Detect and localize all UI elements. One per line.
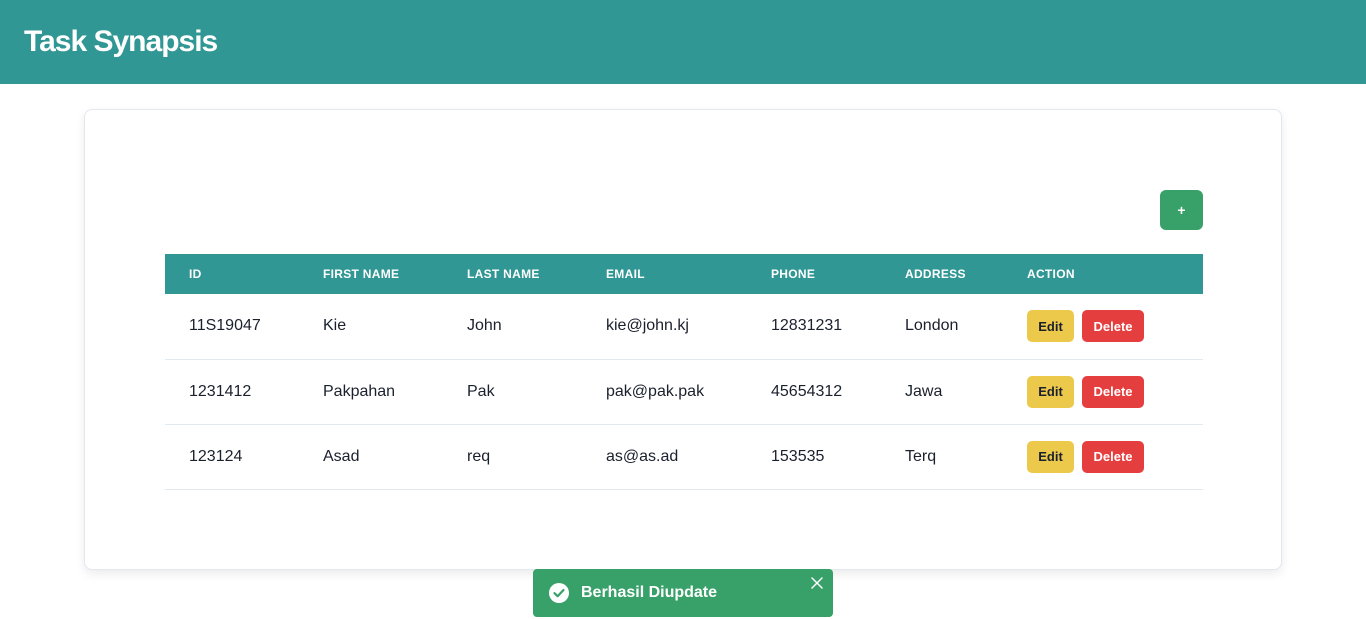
close-icon[interactable] bbox=[811, 577, 823, 589]
delete-button[interactable]: Delete bbox=[1082, 375, 1144, 408]
cell-phone: 45654312 bbox=[747, 359, 881, 425]
table-header-row: ID FIRST NAME LAST NAME EMAIL PHONE ADDR… bbox=[165, 254, 1203, 294]
cell-action: Edit Delete bbox=[1003, 424, 1203, 490]
cell-email: kie@john.kj bbox=[582, 294, 747, 360]
column-header-address: ADDRESS bbox=[905, 267, 966, 281]
add-button[interactable]: + bbox=[1160, 190, 1203, 230]
cell-first-name: Kie bbox=[299, 294, 443, 360]
column-header-first-name: FIRST NAME bbox=[323, 267, 400, 281]
table-row: 1231412 Pakpahan Pak pak@pak.pak 4565431… bbox=[165, 359, 1203, 425]
data-table: ID FIRST NAME LAST NAME EMAIL PHONE ADDR… bbox=[165, 254, 1203, 490]
edit-button[interactable]: Edit bbox=[1027, 310, 1074, 343]
edit-button[interactable]: Edit bbox=[1027, 375, 1074, 408]
cell-phone: 12831231 bbox=[747, 294, 881, 360]
table-row: 11S19047 Kie John kie@john.kj 12831231 L… bbox=[165, 294, 1203, 360]
cell-action: Edit Delete bbox=[1003, 294, 1203, 360]
cell-email: as@as.ad bbox=[582, 424, 747, 490]
cell-address: London bbox=[881, 294, 1003, 360]
cell-last-name: Pak bbox=[443, 359, 582, 425]
cell-id: 1231412 bbox=[165, 359, 299, 425]
cell-last-name: req bbox=[443, 424, 582, 490]
cell-address: Terq bbox=[881, 424, 1003, 490]
app-title: Task Synapsis bbox=[24, 25, 218, 58]
table-row: 123124 Asad req as@as.ad 153535 Terq Edi… bbox=[165, 424, 1203, 490]
check-circle-icon bbox=[549, 583, 569, 603]
edit-button[interactable]: Edit bbox=[1027, 440, 1074, 473]
success-toast: Berhasil Diupdate bbox=[533, 569, 833, 617]
column-header-id: ID bbox=[189, 267, 202, 281]
delete-button[interactable]: Delete bbox=[1082, 310, 1144, 343]
cell-phone: 153535 bbox=[747, 424, 881, 490]
column-header-email: EMAIL bbox=[606, 267, 645, 281]
column-header-action: ACTION bbox=[1027, 267, 1075, 281]
cell-first-name: Pakpahan bbox=[299, 359, 443, 425]
cell-email: pak@pak.pak bbox=[582, 359, 747, 425]
cell-id: 11S19047 bbox=[165, 294, 299, 360]
column-header-last-name: LAST NAME bbox=[467, 267, 540, 281]
cell-last-name: John bbox=[443, 294, 582, 360]
cell-action: Edit Delete bbox=[1003, 359, 1203, 425]
delete-button[interactable]: Delete bbox=[1082, 440, 1144, 473]
toast-message: Berhasil Diupdate bbox=[581, 584, 718, 601]
main-card: + ID FIRST NAME LAST NAME EMAIL PHONE AD… bbox=[84, 109, 1282, 570]
cell-id: 123124 bbox=[165, 424, 299, 490]
cell-first-name: Asad bbox=[299, 424, 443, 490]
column-header-phone: PHONE bbox=[771, 267, 816, 281]
app-header: Task Synapsis bbox=[0, 0, 1366, 84]
cell-address: Jawa bbox=[881, 359, 1003, 425]
